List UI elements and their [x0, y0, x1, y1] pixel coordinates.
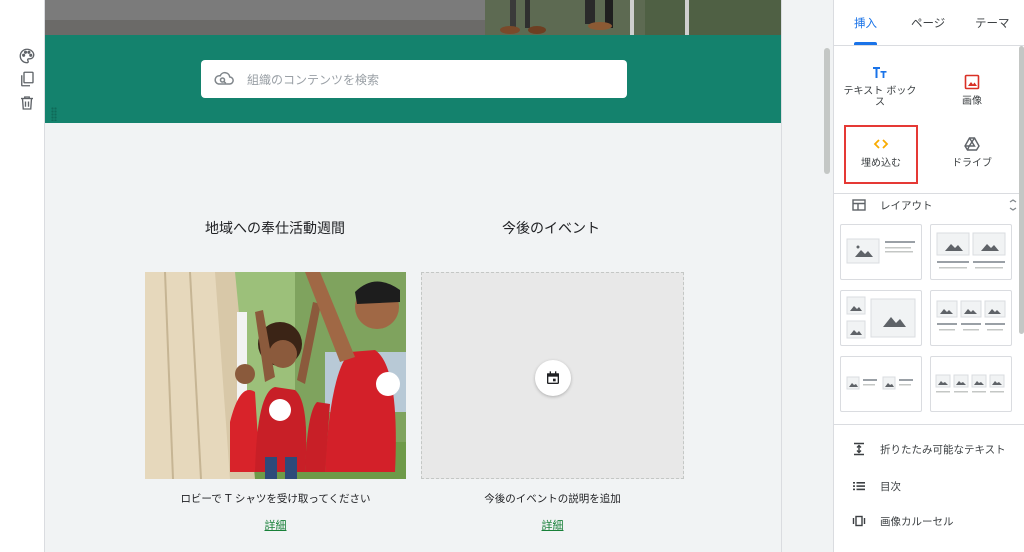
layout-option[interactable] — [930, 290, 1012, 346]
section-tool-rail — [0, 0, 44, 552]
canvas-scrollbar[interactable] — [824, 48, 830, 174]
sites-editor: 組織のコンテンツを検索 地域への奉仕活動週間 ロビーで T シャツを受け取ってく… — [0, 0, 1024, 552]
tab-themes[interactable]: テーマ — [975, 15, 1010, 31]
panel-scrollbar[interactable] — [1019, 46, 1024, 334]
image-icon — [935, 74, 1009, 90]
divider — [834, 193, 1024, 194]
details-link[interactable]: 詳細 — [144, 517, 407, 533]
layout-option[interactable] — [840, 224, 922, 280]
search-banner: 組織のコンテンツを検索 — [45, 35, 781, 123]
layout-option[interactable] — [930, 224, 1012, 280]
tool-label: 画像カルーセル — [880, 515, 954, 528]
drag-handle[interactable] — [51, 107, 57, 121]
tool-label: 目次 — [880, 480, 901, 493]
calendar-icon — [547, 371, 559, 384]
insert-panel: 挿入 ページ テーマ テキスト ボックス 画像 埋め込む ドライブ レイアウト … — [833, 0, 1024, 552]
tab-pages[interactable]: ページ — [911, 15, 945, 31]
palette-icon[interactable] — [18, 47, 36, 65]
insert-item-label: 画像 — [962, 96, 982, 107]
delete-icon[interactable] — [18, 94, 36, 112]
search-placeholder: 組織のコンテンツを検索 — [247, 72, 380, 87]
layouts-label: レイアウト — [880, 199, 933, 212]
calendar-button[interactable] — [535, 360, 571, 396]
calendar-embed-placeholder[interactable] — [421, 272, 684, 479]
layout-option[interactable] — [930, 356, 1012, 412]
layout-option[interactable] — [840, 356, 922, 412]
insert-table-of-contents-button[interactable]: 目次 — [852, 477, 1022, 495]
text-box-icon — [843, 64, 917, 80]
layout-option[interactable] — [840, 290, 922, 346]
tool-label: 折りたたみ可能なテキスト — [880, 443, 1006, 456]
divider — [834, 45, 1024, 46]
search-input[interactable]: 組織のコンテンツを検索 — [201, 60, 627, 98]
layouts-header[interactable]: レイアウト — [852, 198, 1022, 212]
section-title[interactable]: 地域への奉仕活動週間 — [145, 218, 405, 238]
drive-icon — [935, 136, 1009, 152]
insert-item-label: ドライブ — [952, 158, 992, 169]
details-link[interactable]: 詳細 — [421, 517, 684, 533]
insert-collapsible-text-button[interactable]: 折りたたみ可能なテキスト — [852, 440, 1022, 458]
section-caption[interactable]: ロビーで T シャツを受け取ってください — [144, 491, 407, 506]
insert-drive-button[interactable]: ドライブ — [935, 136, 1009, 169]
duplicate-icon[interactable] — [18, 70, 36, 88]
insert-image-carousel-button[interactable]: 画像カルーセル — [852, 512, 1022, 530]
section-title[interactable]: 今後のイベント — [421, 218, 681, 238]
layout-icon — [852, 199, 866, 211]
table-of-contents-icon — [852, 479, 866, 493]
tab-insert[interactable]: 挿入 — [854, 15, 877, 31]
cloud-search-icon — [213, 71, 235, 87]
insert-text-box-button[interactable]: テキスト ボックス — [843, 64, 917, 108]
divider — [834, 424, 1024, 425]
volunteer-photo[interactable] — [145, 272, 406, 479]
collapsible-text-icon — [852, 442, 866, 456]
header-image[interactable] — [45, 0, 781, 35]
image-carousel-icon — [852, 514, 866, 528]
embed-highlight-box — [844, 125, 918, 184]
section-caption[interactable]: 今後のイベントの説明を追加 — [421, 491, 684, 506]
page-canvas: 組織のコンテンツを検索 地域への奉仕活動週間 ロビーで T シャツを受け取ってく… — [44, 0, 782, 552]
insert-image-button[interactable]: 画像 — [935, 74, 1009, 107]
panel-tabs: 挿入 ページ テーマ — [834, 0, 1024, 46]
insert-item-label: テキスト ボックス — [843, 86, 917, 108]
collapse-icon[interactable] — [1008, 199, 1018, 211]
